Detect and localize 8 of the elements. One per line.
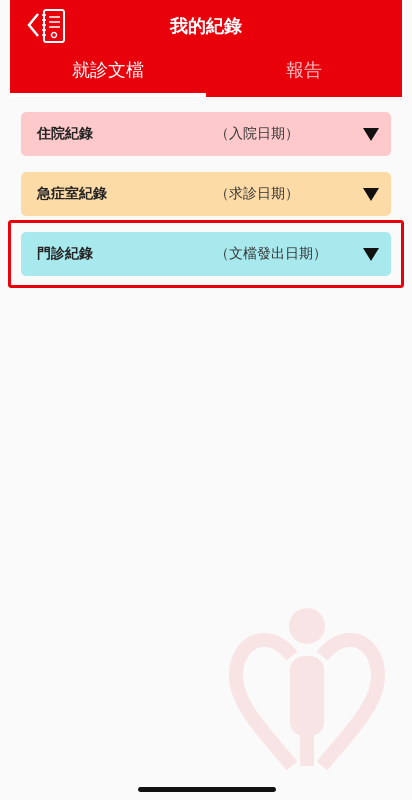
record-category-row[interactable]: 住院紀錄 （入院日期） <box>21 112 391 156</box>
record-category-row[interactable]: 門診紀錄 （文檔發出日期） <box>21 232 391 276</box>
record-category-row[interactable]: 急症室紀錄 （求診日期） <box>21 172 391 216</box>
dropdown-triangle-icon <box>363 188 379 200</box>
tab[interactable]: 就診文檔 <box>10 52 206 97</box>
dropdown-triangle-icon <box>363 248 379 260</box>
page-title: 我的紀錄 <box>170 16 242 37</box>
dropdown-triangle-icon <box>363 128 379 140</box>
